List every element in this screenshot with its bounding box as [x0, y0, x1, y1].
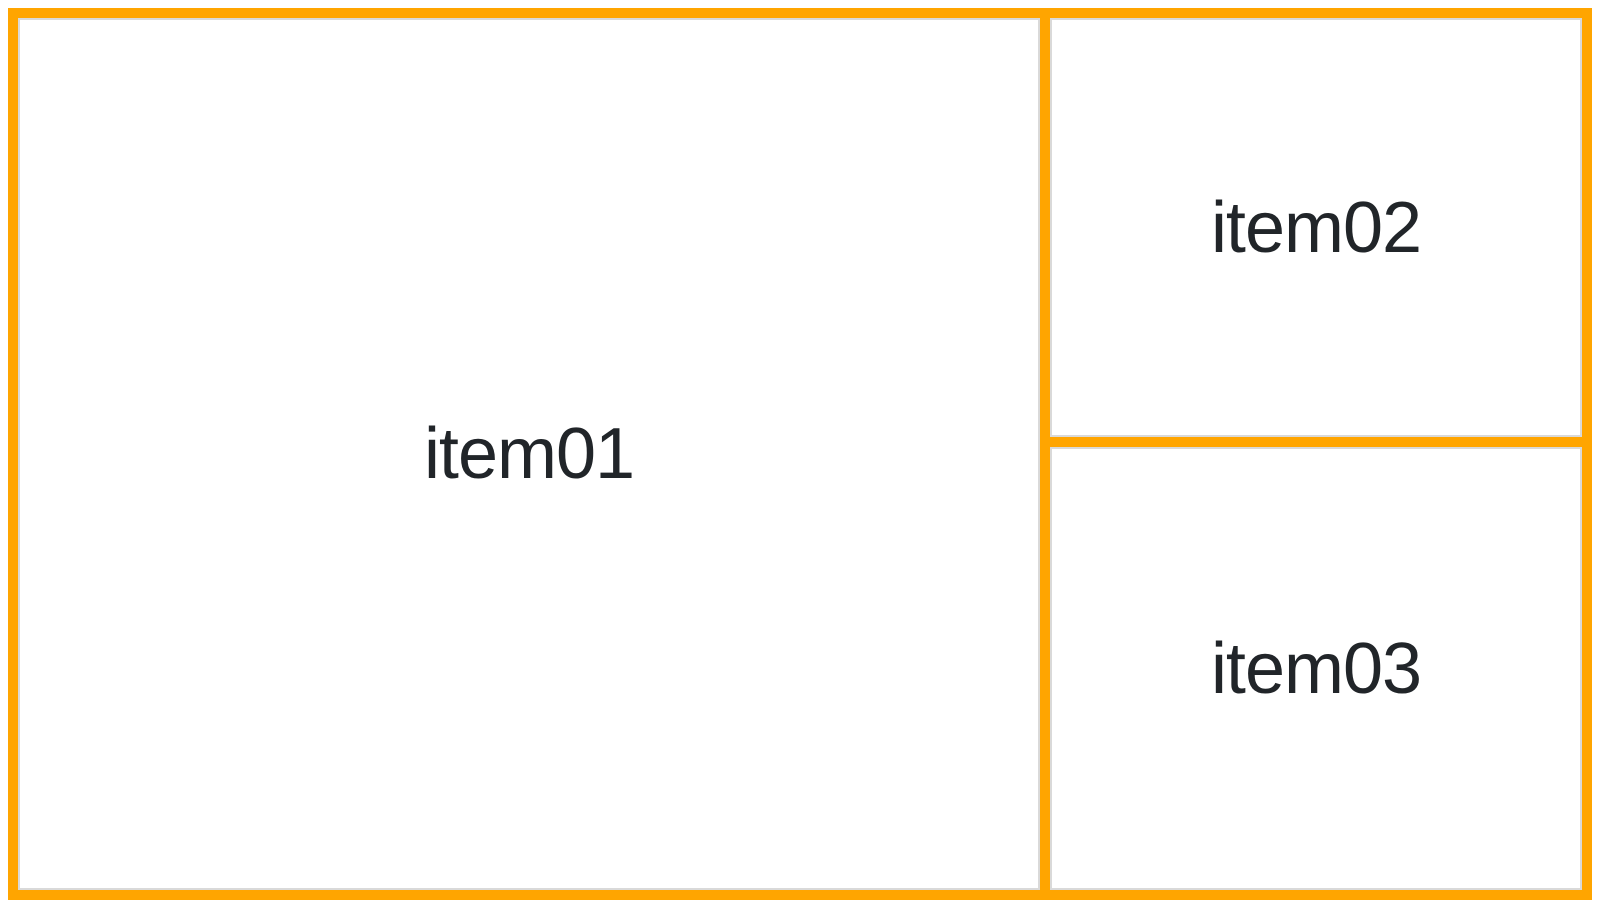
- grid-item-03: item03: [1050, 447, 1582, 890]
- grid-item-01: item01: [18, 18, 1040, 890]
- grid-container: item01 item02 item03: [8, 8, 1592, 900]
- grid-item-label: item02: [1210, 187, 1422, 268]
- grid-item-label: item01: [423, 414, 635, 494]
- grid-item-02: item02: [1050, 18, 1582, 437]
- grid-item-label: item03: [1210, 628, 1422, 709]
